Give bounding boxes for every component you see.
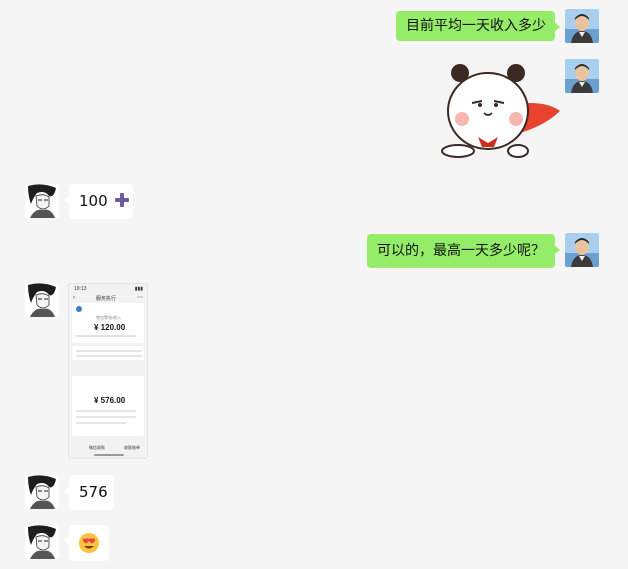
heart-eyes-emoji-icon bbox=[79, 533, 99, 553]
status-time: 19:13 bbox=[74, 286, 87, 292]
card-row-line bbox=[76, 416, 136, 418]
back-icon: ‹ bbox=[73, 295, 75, 301]
card-row-line bbox=[76, 355, 142, 357]
plus-icon bbox=[115, 193, 130, 207]
more-icon: ⋯ bbox=[137, 295, 143, 301]
home-indicator bbox=[94, 454, 124, 456]
card-caption: 钱包零钱/收入 bbox=[96, 315, 122, 320]
message-text: 可以的，最高一天多少呢？ bbox=[377, 243, 545, 259]
footer-left-label: 微信收款 bbox=[89, 445, 105, 450]
contact-message-bubble[interactable]: 576 bbox=[64, 475, 114, 510]
my-avatar[interactable] bbox=[565, 59, 599, 93]
income-card-2 bbox=[72, 346, 144, 360]
my-message-bubble[interactable]: 目前平均一天收入多少 bbox=[396, 11, 560, 41]
message-text: 100 bbox=[79, 192, 108, 210]
bear-superhero-sticker[interactable] bbox=[436, 61, 560, 159]
contact-avatar[interactable] bbox=[25, 283, 59, 317]
message-text: 576 bbox=[79, 483, 108, 501]
my-avatar[interactable] bbox=[565, 233, 599, 267]
message-text: 目前平均一天收入多少 bbox=[406, 18, 546, 34]
screenshot-title: 服务执行 bbox=[96, 296, 117, 302]
contact-message-bubble[interactable]: 🥰 bbox=[64, 525, 109, 561]
contact-message-bubble[interactable]: 100 bbox=[64, 184, 133, 219]
wallet-icon bbox=[76, 306, 82, 312]
contact-avatar[interactable] bbox=[25, 475, 59, 509]
card-row-line bbox=[76, 422, 126, 424]
amount-2: ¥ 576.00 bbox=[94, 396, 126, 405]
my-avatar[interactable] bbox=[565, 9, 599, 43]
footer-right-label: 收款账单 bbox=[124, 445, 140, 450]
income-card-3: ¥ 576.00 bbox=[72, 376, 144, 436]
status-icons: ▮▮▮ bbox=[134, 286, 143, 292]
card-row-line bbox=[76, 410, 136, 412]
contact-avatar[interactable] bbox=[25, 525, 59, 559]
image-message-screenshot[interactable]: 19:13 ▮▮▮ ‹ 服务执行 ⋯ 钱包零钱/收入 ¥ 120.00 ¥ 57… bbox=[68, 283, 148, 459]
contact-avatar[interactable] bbox=[25, 184, 59, 218]
amount-1: ¥ 120.00 bbox=[94, 323, 126, 332]
card-detail-line bbox=[76, 335, 136, 337]
my-message-bubble[interactable]: 可以的，最高一天多少呢？ bbox=[367, 234, 560, 268]
card-row-line bbox=[76, 350, 142, 352]
income-card-1: 钱包零钱/收入 ¥ 120.00 bbox=[72, 303, 144, 343]
